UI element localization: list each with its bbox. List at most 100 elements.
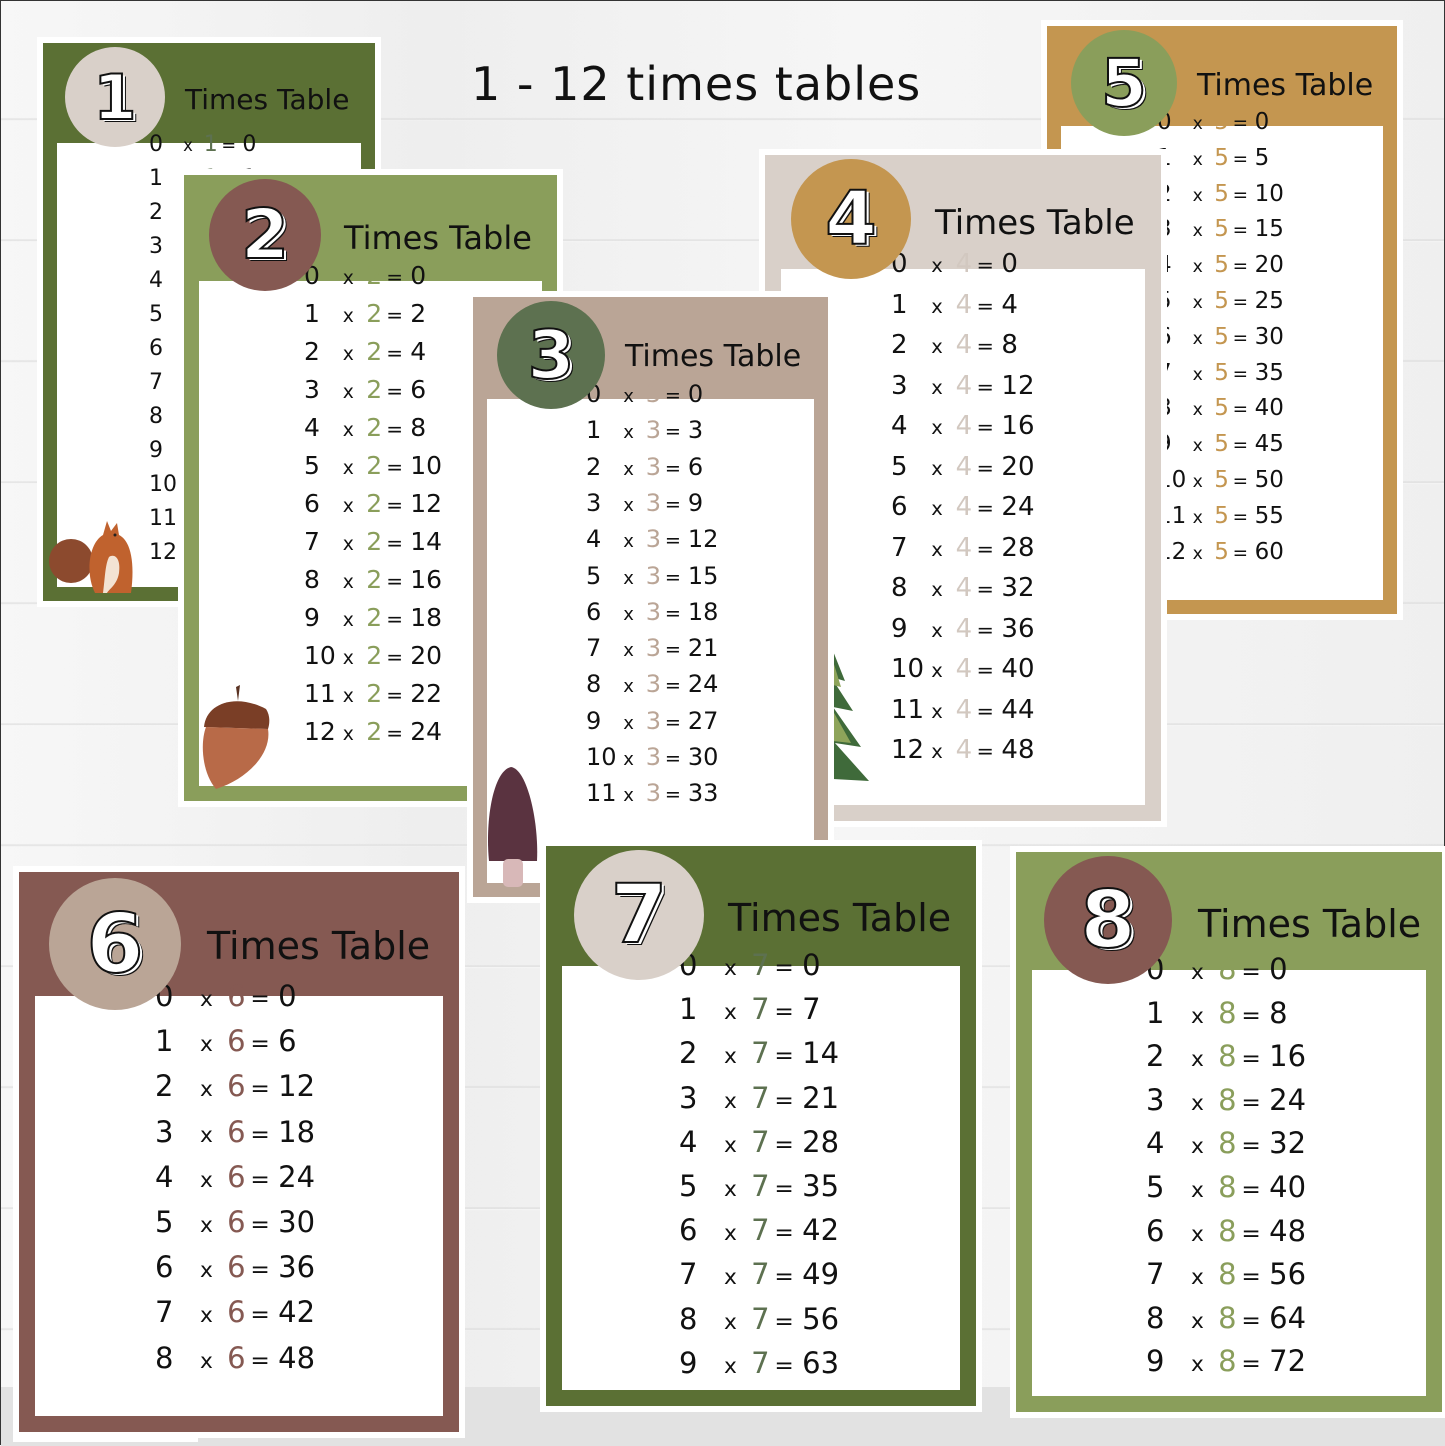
equation-row: 8 x 7 = 56 bbox=[679, 1302, 839, 1336]
equation-row: 12 x 5 = 60 bbox=[1157, 539, 1284, 565]
times-sign: x bbox=[199, 1122, 213, 1148]
equation-row: 3 x 4 = 12 bbox=[891, 371, 1035, 401]
times-sign: x bbox=[342, 420, 354, 441]
times-sign: x bbox=[199, 1213, 213, 1238]
equals-sign: = bbox=[250, 1165, 270, 1193]
table-number: 8 bbox=[1218, 1257, 1237, 1292]
multiplier: 12 bbox=[304, 717, 336, 746]
table-number: 5 bbox=[1214, 467, 1229, 493]
product: 24 bbox=[687, 670, 719, 699]
equals-sign: = bbox=[1241, 1219, 1261, 1247]
product: 24 bbox=[410, 717, 442, 746]
times-sign: x bbox=[1192, 364, 1203, 385]
product: 6 bbox=[410, 375, 427, 404]
equation-row: 1 x 3 = 3 bbox=[586, 416, 703, 444]
multiplier: 5 bbox=[679, 1169, 698, 1203]
multiplier: 5 bbox=[586, 561, 602, 590]
multiplier: 12 bbox=[149, 540, 177, 565]
equals-sign: = bbox=[386, 721, 403, 745]
times-sign: x bbox=[342, 724, 354, 745]
equals-sign: = bbox=[664, 456, 681, 480]
times-sign: x bbox=[342, 572, 354, 593]
times-sign: x bbox=[623, 785, 634, 807]
equation-row: 3 x 3 = 9 bbox=[586, 489, 703, 517]
product: 35 bbox=[1254, 359, 1284, 386]
product: 42 bbox=[278, 1295, 316, 1330]
equation-row: 1 x 2 = 2 bbox=[304, 299, 426, 328]
multiplier: 2 bbox=[586, 452, 602, 481]
equation-row: 8 x 4 = 32 bbox=[891, 573, 1035, 603]
multiplier: 4 bbox=[149, 268, 163, 293]
product: 12 bbox=[410, 489, 442, 518]
multiplier: 6 bbox=[304, 489, 320, 518]
equals-sign: = bbox=[1232, 435, 1249, 457]
product: 16 bbox=[1269, 1039, 1307, 1074]
product: 27 bbox=[687, 706, 719, 735]
multiplier: 5 bbox=[155, 1205, 174, 1239]
table-number: 4 bbox=[955, 613, 973, 644]
multiplier: 5 bbox=[1157, 288, 1172, 314]
product: 0 bbox=[1254, 109, 1270, 135]
times-sign: x bbox=[1192, 293, 1203, 313]
equals-sign: = bbox=[664, 747, 681, 770]
multiplier: 9 bbox=[891, 613, 908, 644]
equation-row: 0 x 6 = 0 bbox=[155, 979, 297, 1013]
equation-row: 11 x 4 = 44 bbox=[891, 695, 1035, 725]
equation-row: 3 x 6 = 18 bbox=[155, 1115, 315, 1149]
times-sign: x bbox=[931, 497, 943, 520]
equation-row: 8 x 2 = 16 bbox=[304, 565, 442, 594]
times-sign: x bbox=[342, 382, 354, 403]
multiplier: 1 bbox=[679, 992, 698, 1027]
product: 8 bbox=[410, 413, 427, 442]
product: 14 bbox=[802, 1036, 840, 1071]
equals-sign: = bbox=[1232, 506, 1249, 528]
times-sign: x bbox=[342, 534, 354, 555]
equals-sign: = bbox=[1232, 327, 1249, 349]
equation-row: 3 x 7 = 21 bbox=[679, 1081, 839, 1115]
card-title: Times Table bbox=[935, 203, 1135, 243]
equation-row: 9 x 5 = 45 bbox=[1157, 431, 1284, 457]
table-number: 8 bbox=[1218, 1344, 1237, 1379]
times-sign: x bbox=[342, 268, 354, 289]
product: 20 bbox=[1001, 451, 1035, 482]
product: 60 bbox=[1254, 538, 1284, 565]
table-number: 2 bbox=[366, 603, 383, 632]
equals-sign: = bbox=[1241, 1306, 1261, 1334]
equation-row: 9 x 7 = 63 bbox=[679, 1346, 839, 1380]
equation-row: 6 x 4 = 24 bbox=[891, 492, 1035, 522]
product: 6 bbox=[278, 1024, 297, 1059]
multiplier: 3 bbox=[679, 1080, 698, 1115]
equation-row: 12 x 4 = 48 bbox=[891, 735, 1035, 765]
table-number: 8 bbox=[1218, 1213, 1237, 1248]
table-number: 7 bbox=[751, 1169, 770, 1203]
multiplier: 10 bbox=[586, 743, 617, 771]
multiplier: 9 bbox=[304, 603, 320, 632]
equals-sign: = bbox=[1232, 184, 1249, 206]
table-number: 3 bbox=[645, 670, 661, 699]
equation-row: 1 x 7 = 7 bbox=[679, 992, 821, 1026]
equation-row: 6 x 3 = 18 bbox=[586, 598, 718, 626]
product: 16 bbox=[410, 565, 442, 594]
equation-row: 0 x 8 = 0 bbox=[1146, 952, 1288, 986]
times-sign: x bbox=[342, 458, 354, 479]
times-sign: x bbox=[623, 386, 634, 407]
multiplier: 1 bbox=[304, 299, 320, 328]
times-sign: x bbox=[199, 1077, 213, 1103]
multiplier: 2 bbox=[155, 1069, 174, 1104]
product: 24 bbox=[278, 1159, 316, 1194]
table-number: 2 bbox=[366, 413, 383, 442]
times-sign: x bbox=[1190, 1221, 1204, 1247]
table-number: 7 bbox=[751, 1345, 770, 1380]
multiplier: 3 bbox=[586, 488, 602, 517]
product: 42 bbox=[802, 1213, 840, 1248]
times-sign: x bbox=[1190, 1308, 1204, 1334]
multiplier: 5 bbox=[891, 451, 908, 482]
times-sign: x bbox=[623, 422, 634, 444]
card-number-badge: 7 bbox=[574, 850, 704, 980]
multiplier: 11 bbox=[586, 779, 617, 808]
table-number: 7 bbox=[751, 948, 770, 982]
table-number: 3 bbox=[645, 634, 661, 663]
multiplier: 8 bbox=[149, 404, 163, 429]
equals-sign: = bbox=[250, 1030, 270, 1058]
table-number: 5 bbox=[1214, 538, 1229, 565]
